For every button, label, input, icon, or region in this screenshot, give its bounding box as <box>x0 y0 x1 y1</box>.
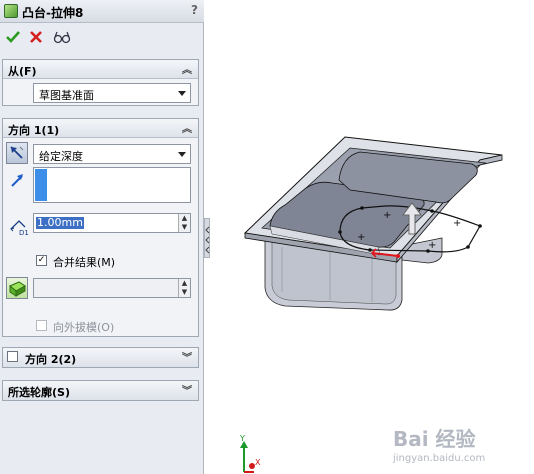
watermark-url: jingyan.baidu.com <box>393 453 486 464</box>
direction1-header[interactable]: 方向 1(1) ︽ <box>3 119 198 138</box>
dropdown-arrow-icon <box>178 152 186 157</box>
x-icon <box>30 31 42 43</box>
from-start-condition-select[interactable]: 草图基准面 <box>33 83 191 103</box>
axis-triad <box>240 441 255 473</box>
draft-toggle-button[interactable] <box>6 277 28 299</box>
solidworks-window: 凸台-拉伸8 ? 从(F) ︽ 草图基准面 方向 1(1) ︽ 给定深度 D1 … <box>0 0 534 474</box>
direction1-title: 方向 1(1) <box>8 124 60 137</box>
end-condition-select[interactable]: 给定深度 <box>33 144 191 164</box>
reverse-direction-button[interactable] <box>6 142 28 164</box>
direction-vector-selection-box[interactable] <box>33 167 191 203</box>
draft-angle-input[interactable]: ▲ ▼ <box>33 278 191 298</box>
extrude-feature-icon <box>4 4 18 18</box>
draft-decrement-button[interactable]: ▼ <box>178 288 190 297</box>
from-group: 从(F) ︽ 草图基准面 <box>2 59 199 106</box>
axis-y-label: Y <box>240 434 245 443</box>
detailed-preview-button[interactable] <box>52 27 72 47</box>
draft-icon <box>9 281 26 297</box>
reverse-direction-icon <box>10 146 24 159</box>
merge-result-checkbox[interactable]: ✓ <box>36 255 47 266</box>
svg-text:D1: D1 <box>19 229 29 237</box>
cancel-button[interactable] <box>26 27 46 47</box>
feature-title: 凸台-拉伸8 <box>22 6 84 20</box>
selected-contours-header[interactable]: 所选轮廓(S) ︾ <box>3 381 198 400</box>
end-condition-value: 给定深度 <box>39 150 83 163</box>
graphics-viewport[interactable]: + + + + Y X Bai 经验 jingyan.baidu.com <box>210 0 534 474</box>
draft-increment-button[interactable]: ▲ <box>178 279 190 288</box>
depth-decrement-button[interactable]: ▼ <box>178 223 190 232</box>
selection-highlight <box>35 169 47 201</box>
direction1-group: 方向 1(1) ︽ 给定深度 D1 1.00mm ▲ ▼ ✓ 合并结果(M) ▲… <box>2 118 199 337</box>
expand-chevron-icon[interactable]: ︾ <box>182 382 192 397</box>
checkmark-icon <box>6 31 20 43</box>
from-group-title: 从(F) <box>8 65 37 78</box>
ok-button[interactable] <box>3 27 23 47</box>
svg-text:+: + <box>383 210 391 221</box>
collapse-chevron-icon[interactable]: ︽ <box>182 61 192 76</box>
depth-d1-icon: D1 <box>10 220 29 237</box>
model-sink-3d[interactable]: + + + + <box>210 0 534 474</box>
feature-titlebar: 凸台-拉伸8 ? <box>0 0 204 23</box>
direction2-header[interactable]: 方向 2(2) ︾ <box>3 348 198 367</box>
from-group-header[interactable]: 从(F) ︽ <box>3 60 198 79</box>
collapse-chevron-icon[interactable]: ︽ <box>182 120 192 135</box>
direction2-checkbox[interactable] <box>7 351 18 362</box>
action-bar <box>0 27 204 49</box>
selected-contours-group: 所选轮廓(S) ︾ <box>2 380 199 401</box>
merge-result-label: 合并结果(M) <box>53 256 116 269</box>
direction2-title: 方向 2(2) <box>25 353 77 366</box>
direction2-group: 方向 2(2) ︾ <box>2 347 199 368</box>
svg-text:+: + <box>453 218 461 229</box>
watermark-text: Bai 经验 <box>393 427 476 451</box>
from-start-condition-value: 草图基准面 <box>39 89 94 102</box>
axis-x-label: X <box>255 458 261 467</box>
depth-increment-button[interactable]: ▲ <box>178 214 190 223</box>
eyeglasses-icon <box>53 31 71 44</box>
dropdown-arrow-icon <box>178 91 186 96</box>
direction-vector-icon <box>11 174 23 187</box>
svg-text:+: + <box>428 240 436 251</box>
draft-outward-label: 向外拔模(O) <box>53 321 115 334</box>
property-manager: 凸台-拉伸8 ? 从(F) ︽ 草图基准面 方向 1(1) ︽ 给定深度 D1 … <box>0 0 204 474</box>
help-button[interactable]: ? <box>191 3 198 17</box>
watermark: Bai 经验 jingyan.baidu.com <box>393 423 525 469</box>
expand-chevron-icon[interactable]: ︾ <box>182 349 192 364</box>
draft-outward-checkbox[interactable] <box>36 320 47 331</box>
svg-text:+: + <box>357 232 365 243</box>
depth-input[interactable]: 1.00mm ▲ ▼ <box>33 213 191 233</box>
depth-value: 1.00mm <box>36 216 84 229</box>
selected-contours-title: 所选轮廓(S) <box>8 386 70 399</box>
